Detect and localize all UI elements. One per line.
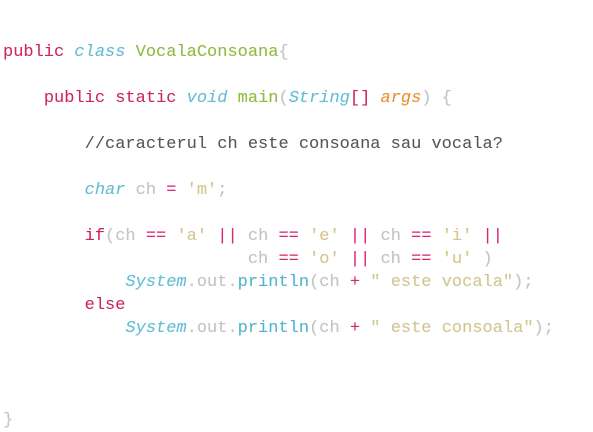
code-text: );: [513, 273, 534, 292]
operator-token: ==: [278, 250, 299, 269]
code-line: System.out.println(ch + " este vocala");: [3, 271, 554, 294]
type-token: void: [186, 89, 228, 108]
code-editor[interactable]: public class VocalaConsoana{ public stat…: [3, 41, 554, 432]
type-token: System: [125, 319, 187, 338]
keyword-token: public: [3, 43, 65, 62]
type-token: char: [84, 181, 126, 200]
keyword-token: public: [43, 89, 106, 108]
code-line: System.out.println(ch + " este consoala"…: [3, 317, 554, 340]
code-text: ) {: [421, 89, 452, 108]
string-token: 'i': [441, 227, 473, 246]
operator-token: ||: [217, 227, 238, 246]
code-text: (ch: [309, 319, 350, 338]
string-token: 'o': [309, 250, 340, 269]
operator-token: ||: [482, 227, 503, 246]
operator-token: ||: [349, 227, 371, 246]
code-text: ch: [370, 227, 412, 246]
keyword-token: else: [84, 296, 126, 315]
code-line: public static void main(String[] args) {: [3, 87, 554, 110]
method-token: println: [237, 273, 310, 292]
identifier-token: main: [237, 89, 279, 108]
code-line: else: [3, 294, 554, 317]
string-token: 'e': [309, 227, 340, 246]
string-token: 'm': [186, 181, 218, 200]
keyword-token: static: [115, 89, 177, 108]
string-token: " este consoala": [370, 319, 534, 338]
type-token: class: [74, 43, 126, 62]
code-text: .out.: [186, 319, 238, 338]
operator-token: =: [166, 181, 177, 200]
operator-token: +: [349, 319, 361, 338]
type-token: String: [288, 89, 350, 108]
keyword-token: if: [84, 227, 106, 246]
operator-token: ||: [349, 250, 371, 269]
code-line: ch == 'o' || ch == 'u' ): [3, 248, 554, 271]
comment-token: //caracterul ch este consoana sau vocala…: [84, 135, 503, 154]
operator-token: ==: [411, 227, 432, 246]
code-line: char ch = 'm';: [3, 179, 554, 202]
operator-token: ==: [145, 227, 167, 246]
code-text: ch: [3, 250, 279, 269]
code-line: //caracterul ch este consoana sau vocala…: [3, 133, 554, 156]
identifier-token: VocalaConsoana: [135, 43, 279, 62]
string-token: " este vocala": [370, 273, 514, 292]
code-text: ch: [237, 227, 279, 246]
code-text: ): [472, 250, 493, 269]
code-text: (: [278, 89, 289, 108]
code-text: );: [533, 319, 554, 338]
method-token: println: [237, 319, 310, 338]
code-text: (ch: [105, 227, 146, 246]
keyword-token: []: [349, 89, 371, 108]
operator-token: ==: [411, 250, 432, 269]
type-token: System: [125, 273, 187, 292]
code-text: {: [278, 43, 289, 62]
code-text: ch: [125, 181, 167, 200]
string-token: 'u': [441, 250, 473, 269]
code-text: ch: [370, 250, 412, 269]
code-text: ;: [217, 181, 228, 200]
code-text: .out.: [186, 273, 238, 292]
string-token: 'a': [176, 227, 208, 246]
code-line: if(ch == 'a' || ch == 'e' || ch == 'i' |…: [3, 225, 554, 248]
operator-token: ==: [278, 227, 299, 246]
operator-token: +: [349, 273, 361, 292]
parameter-token: args: [380, 89, 422, 108]
code-line: public class VocalaConsoana{: [3, 41, 554, 64]
code-text: (ch: [309, 273, 350, 292]
